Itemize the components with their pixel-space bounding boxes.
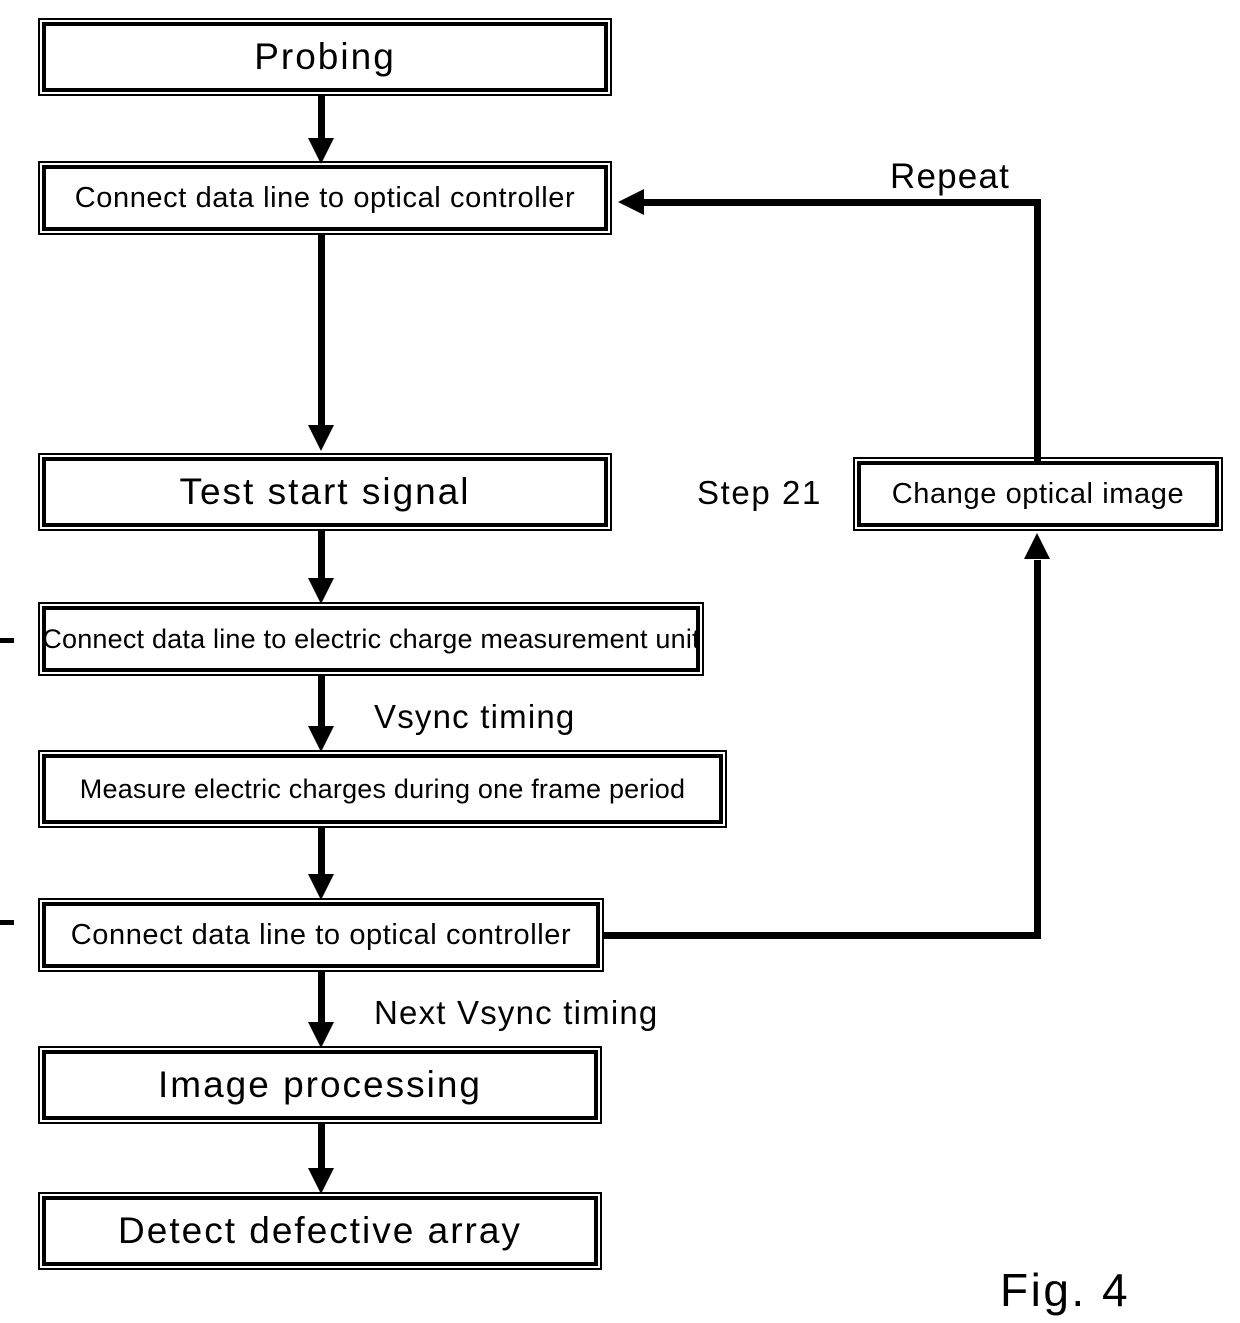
node-change-optical[interactable]: Change optical image [853, 457, 1223, 531]
arrowhead-connect-optical-2-to-image-processing [308, 1022, 334, 1048]
node-probing-label: Probing [254, 35, 396, 77]
arrowhead-connect-optical-2-to-change-optical [1024, 533, 1050, 559]
node-change-optical-label: Change optical image [891, 477, 1185, 510]
edge-connect-optical-2-to-change-optical-vertical [1034, 560, 1041, 935]
node-connect-optical-2[interactable]: Connect data line to optical controller [38, 898, 604, 972]
node-measure-charges[interactable]: Measure electric charges during one fram… [38, 750, 727, 828]
arrowhead-connect-charge-to-measure-charges [308, 726, 334, 752]
edge-connect-optical-2-to-image-processing [318, 972, 325, 1026]
node-probing[interactable]: Probing [38, 18, 612, 96]
annotation-next-vsync-timing: Next Vsync timing [374, 994, 658, 1032]
edge-connect-optical-1-to-test-start [318, 235, 325, 429]
node-connect-optical-1-label: Connect data line to optical controller [74, 181, 576, 214]
edge-test-start-to-connect-charge [318, 531, 325, 583]
annotation-repeat: Repeat [890, 157, 1010, 197]
arrowhead-change-optical-to-connect-optical-1 [618, 189, 644, 215]
arrowhead-probing-to-connect-optical-1 [308, 138, 334, 164]
node-connect-charge[interactable]: Connect data line to electric charge mea… [38, 602, 704, 676]
figure-caption-text: Fig. 4 [1000, 1264, 1131, 1316]
figure-canvas: Probing Connect data line to optical con… [0, 0, 1240, 1323]
node-connect-optical-1[interactable]: Connect data line to optical controller [38, 161, 612, 235]
edge-change-optical-to-connect-optical-1-vertical [1034, 199, 1041, 463]
annotation-step-21: Step 21 [697, 474, 822, 512]
annotation-repeat-text: Repeat [890, 157, 1011, 196]
node-test-start-label: Test start signal [179, 470, 471, 512]
node-connect-charge-label: Connect data line to electric charge mea… [42, 623, 700, 654]
annotation-vsync-timing-text: Vsync timing [374, 698, 576, 735]
node-measure-charges-label: Measure electric charges during one fram… [79, 773, 686, 804]
arrowhead-test-start-to-connect-charge [308, 578, 334, 604]
edge-probing-to-connect-optical-1 [318, 96, 325, 142]
edge-connect-optical-2-to-change-optical-horizontal [604, 932, 1041, 939]
node-detect-defective-label: Detect defective array [118, 1209, 522, 1251]
arrowhead-measure-charges-to-connect-optical-2 [308, 874, 334, 900]
arrowhead-image-processing-to-detect-defective [308, 1168, 334, 1194]
reference-dash-lower [0, 920, 14, 925]
node-detect-defective[interactable]: Detect defective array [38, 1192, 602, 1270]
edge-connect-charge-to-measure-charges [318, 676, 325, 730]
node-image-processing-label: Image processing [157, 1063, 483, 1105]
annotation-next-vsync-timing-text: Next Vsync timing [374, 994, 659, 1031]
annotation-step-21-text: Step 21 [697, 474, 822, 511]
node-test-start[interactable]: Test start signal [38, 453, 612, 531]
arrowhead-connect-optical-1-to-test-start [308, 425, 334, 451]
reference-dash-upper [0, 638, 14, 643]
node-image-processing[interactable]: Image processing [38, 1046, 602, 1124]
figure-caption: Fig. 4 [1000, 1263, 1130, 1317]
edge-change-optical-to-connect-optical-1-horizontal [644, 199, 1041, 206]
node-connect-optical-2-label: Connect data line to optical controller [70, 918, 572, 951]
annotation-vsync-timing: Vsync timing [374, 698, 575, 736]
